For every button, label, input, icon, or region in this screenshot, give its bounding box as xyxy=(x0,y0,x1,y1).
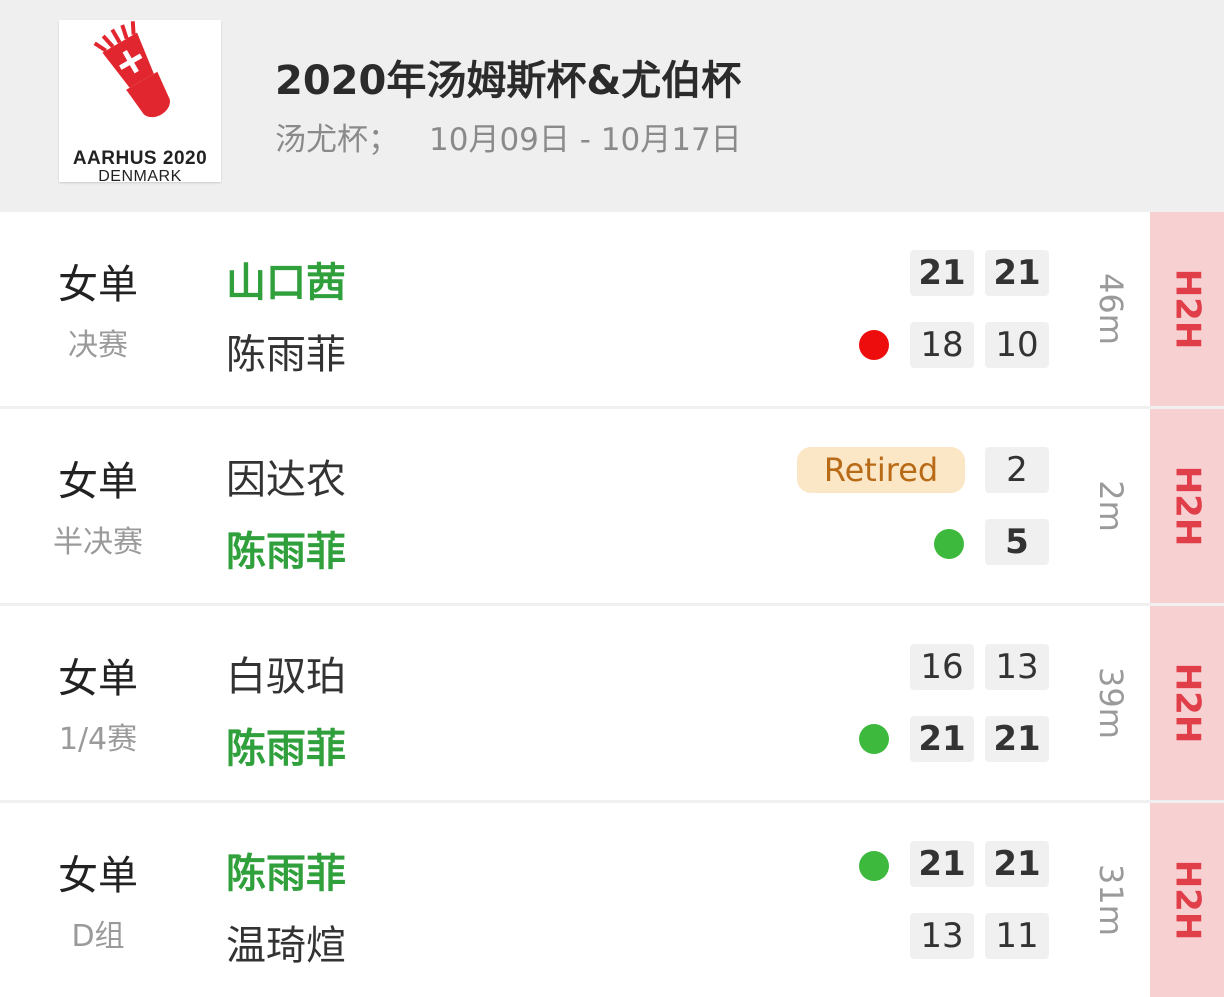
tournament-subtitle: 汤尤杯； 10月09日 - 10月17日 xyxy=(275,114,772,159)
match-duration: 46m xyxy=(1086,212,1136,406)
match-row[interactable]: 女单 半决赛 因达农 陈雨菲 Retired 2 5 2m H2H xyxy=(0,409,1224,603)
retired-badge: Retired xyxy=(797,447,965,493)
serve-indicator-dot xyxy=(859,330,889,360)
serve-indicator-dot xyxy=(934,529,964,559)
player-2-name[interactable]: 陈雨菲 xyxy=(226,322,346,380)
score-cell: 21 xyxy=(985,841,1049,887)
match-row[interactable]: 女单 1/4赛 白驭珀 陈雨菲 16 13 21 21 39m H2H xyxy=(0,606,1224,800)
shuttlecock-logo-icon xyxy=(93,21,170,118)
player-2-name[interactable]: 温琦煊 xyxy=(226,913,346,971)
score-cell: 21 xyxy=(910,250,974,296)
match-round: 决赛 xyxy=(68,328,128,363)
logo-text-country: DENMARK xyxy=(98,168,182,185)
score-cell: 13 xyxy=(985,644,1049,690)
tournament-title: 2020年汤姆斯杯&尤伯杯 xyxy=(275,58,742,104)
duration-text: 31m xyxy=(1092,864,1131,936)
match-round: 1/4赛 xyxy=(58,722,138,757)
match-round: 半决赛 xyxy=(53,525,143,560)
match-duration: 31m xyxy=(1086,803,1136,997)
h2h-label: H2H xyxy=(1167,268,1208,350)
player-1-name[interactable]: 因达农 xyxy=(226,447,346,505)
match-row[interactable]: 女单 决赛 山口茜 陈雨菲 21 21 18 10 46m H2H xyxy=(0,212,1224,406)
player-1-name[interactable]: 陈雨菲 xyxy=(226,841,346,899)
score-cell: 13 xyxy=(910,913,974,959)
tournament-logo: AARHUS 2020 DENMARK xyxy=(59,20,221,185)
score-cell: 11 xyxy=(985,913,1049,959)
match-round: D组 xyxy=(71,919,125,954)
h2h-button[interactable]: H2H xyxy=(1150,606,1224,800)
h2h-button[interactable]: H2H xyxy=(1150,803,1224,997)
score-cell: 2 xyxy=(985,447,1049,493)
serve-indicator-dot xyxy=(859,724,889,754)
duration-text: 46m xyxy=(1092,273,1131,345)
tournament-category: 汤尤杯； xyxy=(275,122,399,158)
score-cell: 21 xyxy=(910,716,974,762)
match-event: 女单 xyxy=(58,459,138,505)
score-cell: 16 xyxy=(910,644,974,690)
match-row[interactable]: 女单 D组 陈雨菲 温琦煊 21 21 13 11 31m H2H xyxy=(0,803,1224,997)
score-cell: 21 xyxy=(985,716,1049,762)
match-event: 女单 xyxy=(58,262,138,308)
match-event: 女单 xyxy=(58,853,138,899)
score-cell: 5 xyxy=(985,519,1049,565)
tournament-header: AARHUS 2020 DENMARK 2020年汤姆斯杯&尤伯杯 汤尤杯； 10… xyxy=(0,0,1224,210)
h2h-button[interactable]: H2H xyxy=(1150,212,1224,406)
duration-text: 2m xyxy=(1092,480,1130,532)
h2h-label: H2H xyxy=(1167,662,1208,744)
score-cell: 10 xyxy=(985,322,1049,368)
h2h-label: H2H xyxy=(1167,465,1208,547)
player-1-name[interactable]: 白驭珀 xyxy=(226,644,346,702)
score-cell: 21 xyxy=(910,841,974,887)
duration-text: 39m xyxy=(1092,667,1131,739)
player-2-name[interactable]: 陈雨菲 xyxy=(226,716,346,774)
match-event: 女单 xyxy=(58,656,138,702)
serve-indicator-dot xyxy=(859,851,889,881)
score-cell: 18 xyxy=(910,322,974,368)
logo-text-city: AARHUS 2020 xyxy=(72,148,208,169)
h2h-button[interactable]: H2H xyxy=(1150,409,1224,603)
score-cell: 21 xyxy=(985,250,1049,296)
h2h-label: H2H xyxy=(1167,859,1208,941)
match-duration: 39m xyxy=(1086,606,1136,800)
player-2-name[interactable]: 陈雨菲 xyxy=(226,519,346,577)
player-1-name[interactable]: 山口茜 xyxy=(226,250,346,308)
tournament-dates: 10月09日 - 10月17日 xyxy=(429,122,742,158)
match-duration: 2m xyxy=(1086,409,1136,603)
